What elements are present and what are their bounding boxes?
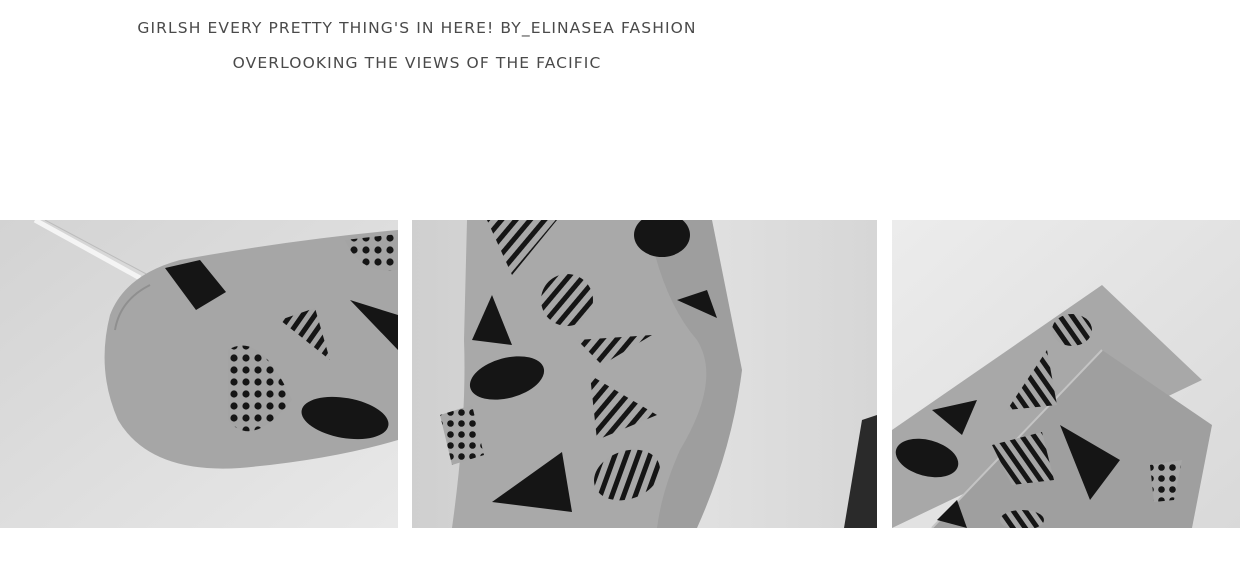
sock-pair-illustration [412,220,877,528]
product-photo-pair [412,220,877,528]
product-photo-heel [0,220,398,528]
product-photo-flat [892,220,1240,528]
sock-heel-illustration [0,220,398,528]
tagline-primary: GIRLSH EVERY PRETTY THING'S IN HERE! BY_… [137,19,697,37]
tagline-secondary: OVERLOOKING THE VIEWS OF THE FACIFIC [232,54,602,72]
sock-flat-illustration [892,220,1240,528]
